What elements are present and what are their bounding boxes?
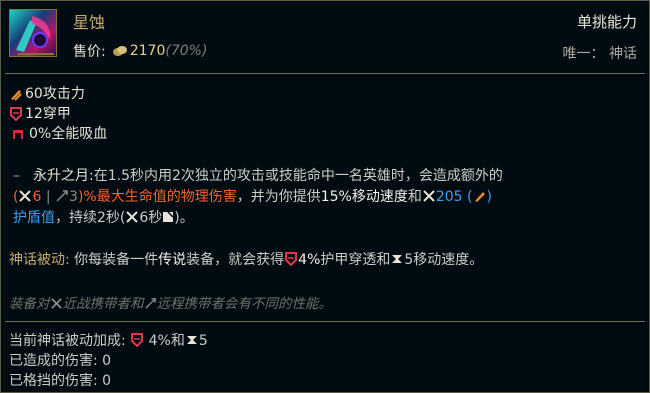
melee-icon bbox=[126, 211, 139, 223]
passive-melee-duration: 6秒 bbox=[139, 210, 163, 226]
mythic-stats: 当前神话被动加成: 4%和 5 已造成的伤害: 0 已格挡的伤害: 0 bbox=[9, 331, 208, 391]
attack-damage-icon bbox=[11, 90, 22, 101]
passive-shield-close: ) bbox=[486, 189, 492, 205]
mythic-bonus-row: 当前神话被动加成: 4%和 5 bbox=[9, 331, 208, 351]
item-price: 2170 bbox=[129, 43, 166, 59]
damage-blocked-row: 已格挡的伤害: 0 bbox=[9, 371, 208, 391]
stat-omnivamp: 0%全能吸血 bbox=[9, 124, 107, 144]
passive-lunar-ascension: – 永升之月:在1.5秒内用2次独立的攻击或技能命中一名英雄时，会造成额外的 (6… bbox=[13, 166, 631, 229]
footer-divider bbox=[5, 321, 645, 322]
passive-text-3: 和 bbox=[407, 189, 422, 205]
bonus-label: 当前神话被动加成: bbox=[9, 333, 126, 349]
passive-text-4: ，持续2秒( bbox=[55, 210, 126, 226]
mythic-move-speed: 5移动速度。 bbox=[404, 252, 484, 268]
damage-dealt-row: 已造成的伤害: 0 bbox=[9, 351, 208, 371]
damage-blocked-value: 0 bbox=[102, 373, 112, 389]
mythic-passive: 神话被动: 你每装备一件传说装备，就会获得 4%护甲穿透和 5移动速度。 bbox=[9, 249, 483, 269]
ranged-icon bbox=[56, 190, 68, 202]
armor-pen-icon bbox=[131, 333, 144, 348]
item-unique-tag: 唯一： 神话 bbox=[562, 46, 637, 62]
passive-text-1: 在1.5秒内用2次独立的攻击或技能命中一名英雄时，会造成额外的 bbox=[93, 168, 503, 184]
mythic-text-1: 你每装备一件 bbox=[74, 252, 159, 268]
melee-icon bbox=[50, 298, 62, 309]
passive-shield-value: 205 bbox=[435, 189, 463, 205]
passive-name: 永升之月: bbox=[33, 168, 94, 184]
mythic-legendary: 传说 bbox=[158, 252, 187, 268]
note-text-melee: 近战携带者和 bbox=[62, 296, 144, 312]
mythic-text-2: 装备，就会获得 bbox=[186, 252, 285, 268]
mythic-text-3: 护甲穿透和 bbox=[320, 252, 391, 268]
item-category: 单挑能力 bbox=[576, 13, 637, 31]
mythic-armor-pen: 4% bbox=[298, 252, 321, 268]
damage-dealt-value: 0 bbox=[102, 353, 112, 369]
header-divider bbox=[5, 73, 645, 74]
bonus-move-speed: 5 bbox=[198, 333, 208, 349]
tooltip-header: 星蚀 售价: 2170 (70%) 单挑能力 唯一： 神话 bbox=[1, 1, 649, 73]
passive-separator: | bbox=[41, 189, 56, 205]
passive-move-speed: 15%移动速度 bbox=[320, 189, 408, 205]
note-text-ranged: 远程携带者会有不同的性能。 bbox=[156, 296, 333, 312]
stat-text: 0%全能吸血 bbox=[29, 126, 108, 142]
bonus-armor-pen: 4%和 bbox=[144, 333, 185, 349]
passive-text-5: )。 bbox=[174, 210, 194, 226]
passive-shield-label: 护盾值 bbox=[13, 210, 55, 226]
item-tooltip: 星蚀 售价: 2170 (70%) 单挑能力 唯一： 神话 60攻击力 12穿甲… bbox=[0, 0, 650, 393]
attack-damage-icon bbox=[474, 192, 485, 202]
price-label: 售价: bbox=[73, 44, 106, 60]
stat-list: 60攻击力 12穿甲 0%全能吸血 bbox=[9, 84, 107, 144]
ranged-duration-icon bbox=[163, 211, 174, 222]
stat-armor-pen: 12穿甲 bbox=[9, 104, 107, 124]
passive-text-2: ，并为你提供 bbox=[236, 189, 321, 205]
passive-damage: %最大生命值的物理伤害 bbox=[83, 189, 237, 205]
damage-blocked-label: 已格挡的伤害: bbox=[9, 373, 98, 389]
move-speed-icon bbox=[392, 255, 403, 263]
stat-text: 12穿甲 bbox=[25, 106, 71, 122]
stat-text: 60攻击力 bbox=[25, 86, 85, 102]
price-row: 售价: 2170 (70%) bbox=[73, 41, 207, 61]
passive-shield-open: ( bbox=[462, 189, 473, 205]
stat-attack-damage: 60攻击力 bbox=[9, 84, 107, 104]
ranged-icon bbox=[144, 298, 156, 309]
mythic-label: 神话被动: bbox=[9, 252, 70, 268]
melee-icon bbox=[19, 190, 32, 202]
item-price-percent: (70%) bbox=[165, 43, 208, 59]
gold-coin-icon bbox=[112, 46, 127, 56]
item-name: 星蚀 bbox=[73, 13, 106, 32]
omnivamp-icon bbox=[13, 130, 23, 139]
performance-note: 装备对 近战携带者和 远程携带者会有不同的性能。 bbox=[9, 292, 332, 312]
armor-pen-icon bbox=[10, 107, 22, 121]
move-speed-icon bbox=[186, 336, 197, 344]
note-text-1: 装备对 bbox=[9, 296, 50, 312]
eclipse-item-icon bbox=[9, 9, 57, 57]
damage-dealt-label: 已造成的伤害: bbox=[9, 353, 98, 369]
melee-icon bbox=[423, 190, 435, 202]
armor-pen-icon bbox=[285, 252, 298, 267]
passive-ranged-value: 3 bbox=[69, 189, 78, 205]
passive-bullet: – bbox=[13, 168, 20, 184]
